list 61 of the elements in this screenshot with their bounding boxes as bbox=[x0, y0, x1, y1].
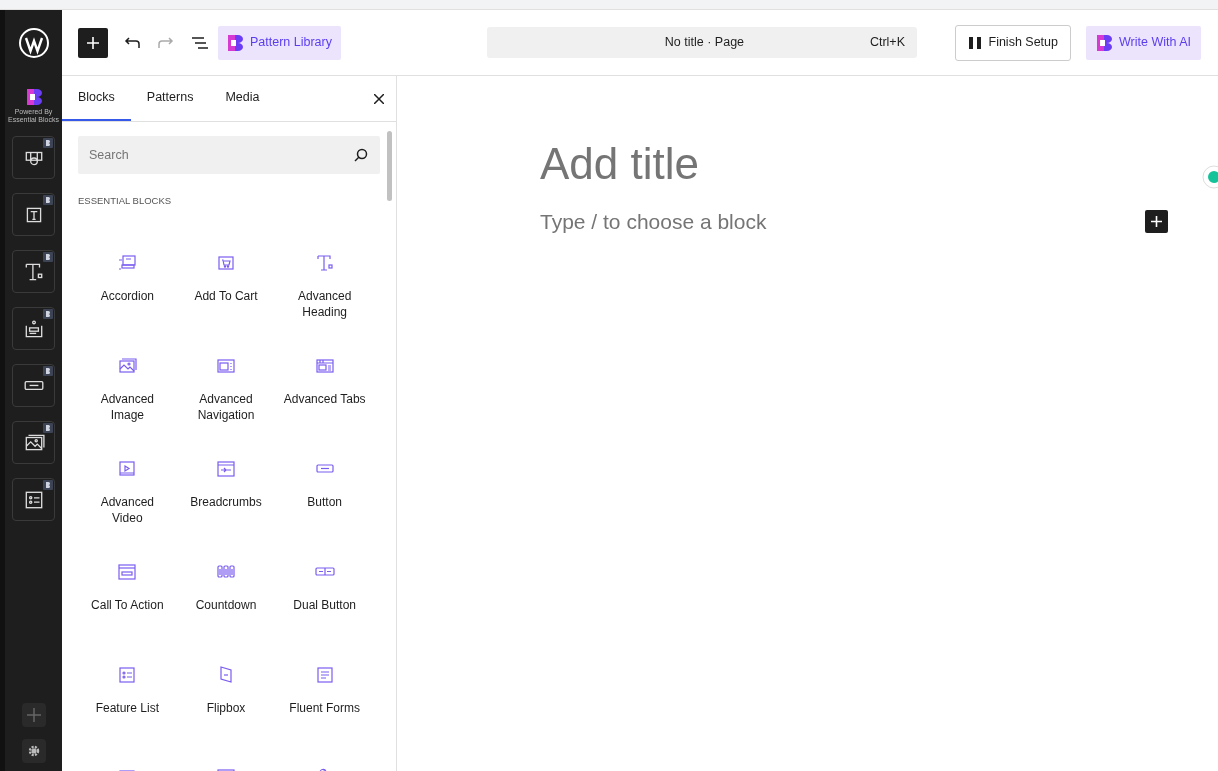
logo-icon bbox=[43, 423, 53, 433]
block-item[interactable]: Breadcrumbs bbox=[181, 495, 271, 511]
search-field[interactable]: Search bbox=[78, 136, 380, 174]
block-shortcut-button[interactable] bbox=[12, 136, 55, 179]
block-item[interactable]: Call To Action bbox=[82, 598, 173, 614]
block-placeholder[interactable]: Type / to choose a block bbox=[540, 206, 767, 238]
banner-icon bbox=[117, 562, 138, 583]
block-item[interactable]: Countdown bbox=[181, 598, 271, 614]
block-shortcut-button[interactable] bbox=[12, 364, 55, 407]
logo-icon bbox=[967, 35, 982, 50]
settings-button[interactable] bbox=[21, 739, 46, 763]
block-shortcut-button[interactable] bbox=[12, 421, 55, 464]
settings-icon bbox=[27, 745, 40, 757]
block-shortcut-button[interactable] bbox=[12, 250, 55, 293]
bullet-list-icon bbox=[117, 665, 138, 686]
block-item[interactable]: Add To Cart bbox=[181, 289, 271, 305]
section-heading: ESSENTIAL BLOCKS bbox=[78, 194, 173, 208]
form-icon bbox=[314, 665, 335, 686]
write-with-ai-button[interactable]: Write With AI bbox=[1086, 25, 1201, 60]
finish-setup-button[interactable]: Finish Setup bbox=[954, 24, 1071, 61]
undo-icon[interactable] bbox=[124, 36, 140, 49]
block-item[interactable]: Accordion bbox=[82, 289, 173, 305]
tab[interactable]: Media bbox=[209, 76, 276, 121]
close-icon[interactable] bbox=[374, 94, 384, 104]
block-shortcut-button[interactable] bbox=[12, 193, 55, 236]
title-field[interactable]: Add title bbox=[540, 136, 1168, 192]
block-item[interactable]: Button bbox=[279, 495, 370, 511]
logo-icon bbox=[43, 195, 53, 205]
logo-icon bbox=[43, 480, 53, 490]
plus-icon bbox=[26, 708, 41, 722]
block-item[interactable]: Flipbox bbox=[181, 701, 271, 717]
tab[interactable]: Patterns bbox=[130, 76, 210, 121]
plus-icon bbox=[87, 36, 99, 49]
plus-icon bbox=[1151, 216, 1162, 228]
block-shortcut-button[interactable] bbox=[12, 478, 55, 521]
search-icon bbox=[354, 148, 368, 162]
block-item[interactable]: Advanced Navigation bbox=[181, 392, 271, 424]
letter-t-icon bbox=[314, 253, 335, 274]
block-item[interactable]: Feature List bbox=[82, 701, 173, 717]
block-item[interactable]: Fluent Forms bbox=[279, 701, 370, 717]
logo-icon bbox=[43, 309, 53, 319]
block-item[interactable]: Advanced Tabs bbox=[279, 392, 370, 408]
add-block-button[interactable] bbox=[1145, 210, 1168, 234]
tab[interactable]: Blocks bbox=[62, 76, 131, 121]
block-item[interactable]: Advanced Video bbox=[82, 495, 173, 527]
logo-icon bbox=[43, 252, 53, 262]
block-item[interactable]: Advanced Heading bbox=[279, 289, 370, 321]
breadcrumb-icon bbox=[216, 459, 236, 480]
logo-icon bbox=[227, 33, 243, 52]
block-shortcut-button[interactable] bbox=[12, 307, 55, 350]
block-item[interactable]: Dual Button bbox=[279, 598, 370, 614]
block-item[interactable]: Advanced Image bbox=[82, 392, 173, 424]
logo-icon bbox=[1096, 33, 1112, 52]
add-block-button[interactable] bbox=[78, 27, 108, 58]
list-view-icon[interactable] bbox=[192, 36, 208, 49]
logo-icon bbox=[43, 366, 53, 376]
wordpress-logo-icon[interactable] bbox=[17, 27, 50, 59]
command-palette-button[interactable]: No title · Page Ctrl+K bbox=[487, 27, 917, 58]
logo-icon bbox=[43, 138, 53, 148]
pattern-library-button[interactable]: Pattern Library bbox=[218, 25, 341, 60]
logo-icon bbox=[25, 88, 42, 106]
